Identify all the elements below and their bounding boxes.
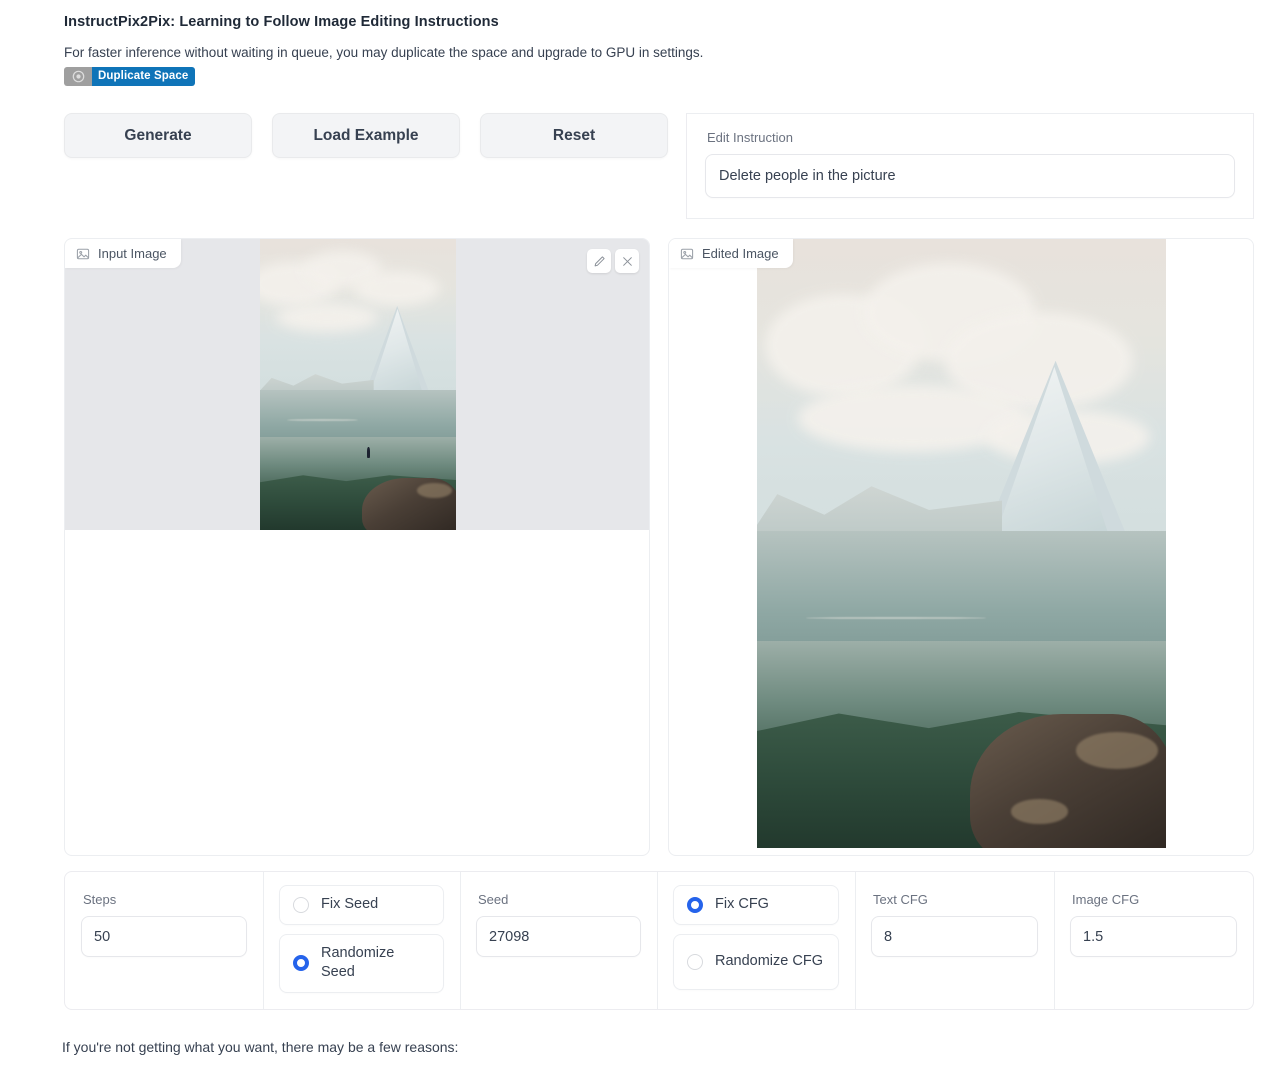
- text-cfg-input[interactable]: 8: [871, 916, 1038, 957]
- edit-instruction-label: Edit Instruction: [707, 130, 1235, 145]
- radio-indicator: [687, 954, 703, 970]
- load-example-button[interactable]: Load Example: [272, 113, 460, 158]
- duplicate-space-badge[interactable]: Duplicate Space: [64, 67, 195, 86]
- input-photo: [260, 239, 456, 530]
- input-image-panel: Input Image: [64, 238, 650, 856]
- input-image-tag-label: Input Image: [98, 246, 167, 261]
- settings-bar: Steps 50 Fix Seed Randomize Seed Seed 27…: [64, 871, 1254, 1010]
- top-controls-row: Generate Load Example Reset Edit Instruc…: [64, 113, 1254, 219]
- radio-fix-cfg-label: Fix CFG: [715, 895, 769, 915]
- radio-randomize-seed[interactable]: Randomize Seed: [279, 934, 444, 993]
- radio-fix-seed[interactable]: Fix Seed: [279, 885, 444, 925]
- radio-indicator: [687, 897, 703, 913]
- edited-image-tag-label: Edited Image: [702, 246, 779, 261]
- image-icon: [76, 247, 90, 261]
- mountain-scene-small: [260, 239, 456, 530]
- header-subtitle: For faster inference without waiting in …: [64, 45, 1254, 60]
- edited-photo[interactable]: [757, 239, 1166, 848]
- image-panels-row: Input Image: [64, 238, 1254, 856]
- text-cfg-label: Text CFG: [873, 892, 1038, 907]
- generate-button[interactable]: Generate: [64, 113, 252, 158]
- huggingface-icon: [64, 67, 92, 86]
- action-button-group: Generate Load Example Reset: [64, 113, 668, 158]
- radio-fix-seed-label: Fix Seed: [321, 895, 378, 915]
- seed-label: Seed: [478, 892, 641, 907]
- reset-button[interactable]: Reset: [480, 113, 668, 158]
- image-cfg-input[interactable]: 1.5: [1070, 916, 1237, 957]
- edit-instruction-panel: Edit Instruction Delete people in the pi…: [686, 113, 1254, 219]
- edit-instruction-input[interactable]: Delete people in the picture: [705, 154, 1235, 198]
- seed-mode-cell: Fix Seed Randomize Seed: [263, 872, 460, 1009]
- radio-indicator: [293, 955, 309, 971]
- seed-cell: Seed 27098: [460, 872, 657, 1009]
- radio-randomize-cfg[interactable]: Randomize CFG: [673, 934, 839, 990]
- radio-fix-cfg[interactable]: Fix CFG: [673, 885, 839, 925]
- cfg-mode-cell: Fix CFG Randomize CFG: [657, 872, 855, 1009]
- edited-image-tag: Edited Image: [669, 239, 793, 268]
- edit-icon[interactable]: [587, 249, 611, 273]
- page-title: InstructPix2Pix: Learning to Follow Imag…: [64, 14, 1254, 30]
- footer-text: If you're not getting what you want, the…: [62, 1039, 458, 1055]
- radio-indicator: [293, 897, 309, 913]
- edited-image-panel: Edited Image: [668, 238, 1254, 856]
- image-cfg-label: Image CFG: [1072, 892, 1237, 907]
- seed-input[interactable]: 27098: [476, 916, 641, 957]
- text-cfg-cell: Text CFG 8: [855, 872, 1054, 1009]
- steps-label: Steps: [83, 892, 247, 907]
- steps-input[interactable]: 50: [81, 916, 247, 957]
- radio-randomize-seed-label: Randomize Seed: [321, 944, 430, 983]
- mountain-scene-large: [757, 239, 1166, 848]
- close-icon[interactable]: [615, 249, 639, 273]
- duplicate-space-label: Duplicate Space: [92, 67, 195, 86]
- steps-cell: Steps 50: [65, 872, 263, 1009]
- input-image-toolbar: [587, 249, 639, 273]
- image-cfg-cell: Image CFG 1.5: [1054, 872, 1253, 1009]
- input-image-stage[interactable]: [65, 239, 650, 530]
- app-root: InstructPix2Pix: Learning to Follow Imag…: [0, 0, 1280, 1078]
- input-image-tag: Input Image: [65, 239, 181, 268]
- image-icon: [680, 247, 694, 261]
- page-header: InstructPix2Pix: Learning to Follow Imag…: [64, 14, 1254, 86]
- radio-randomize-cfg-label: Randomize CFG: [715, 952, 823, 972]
